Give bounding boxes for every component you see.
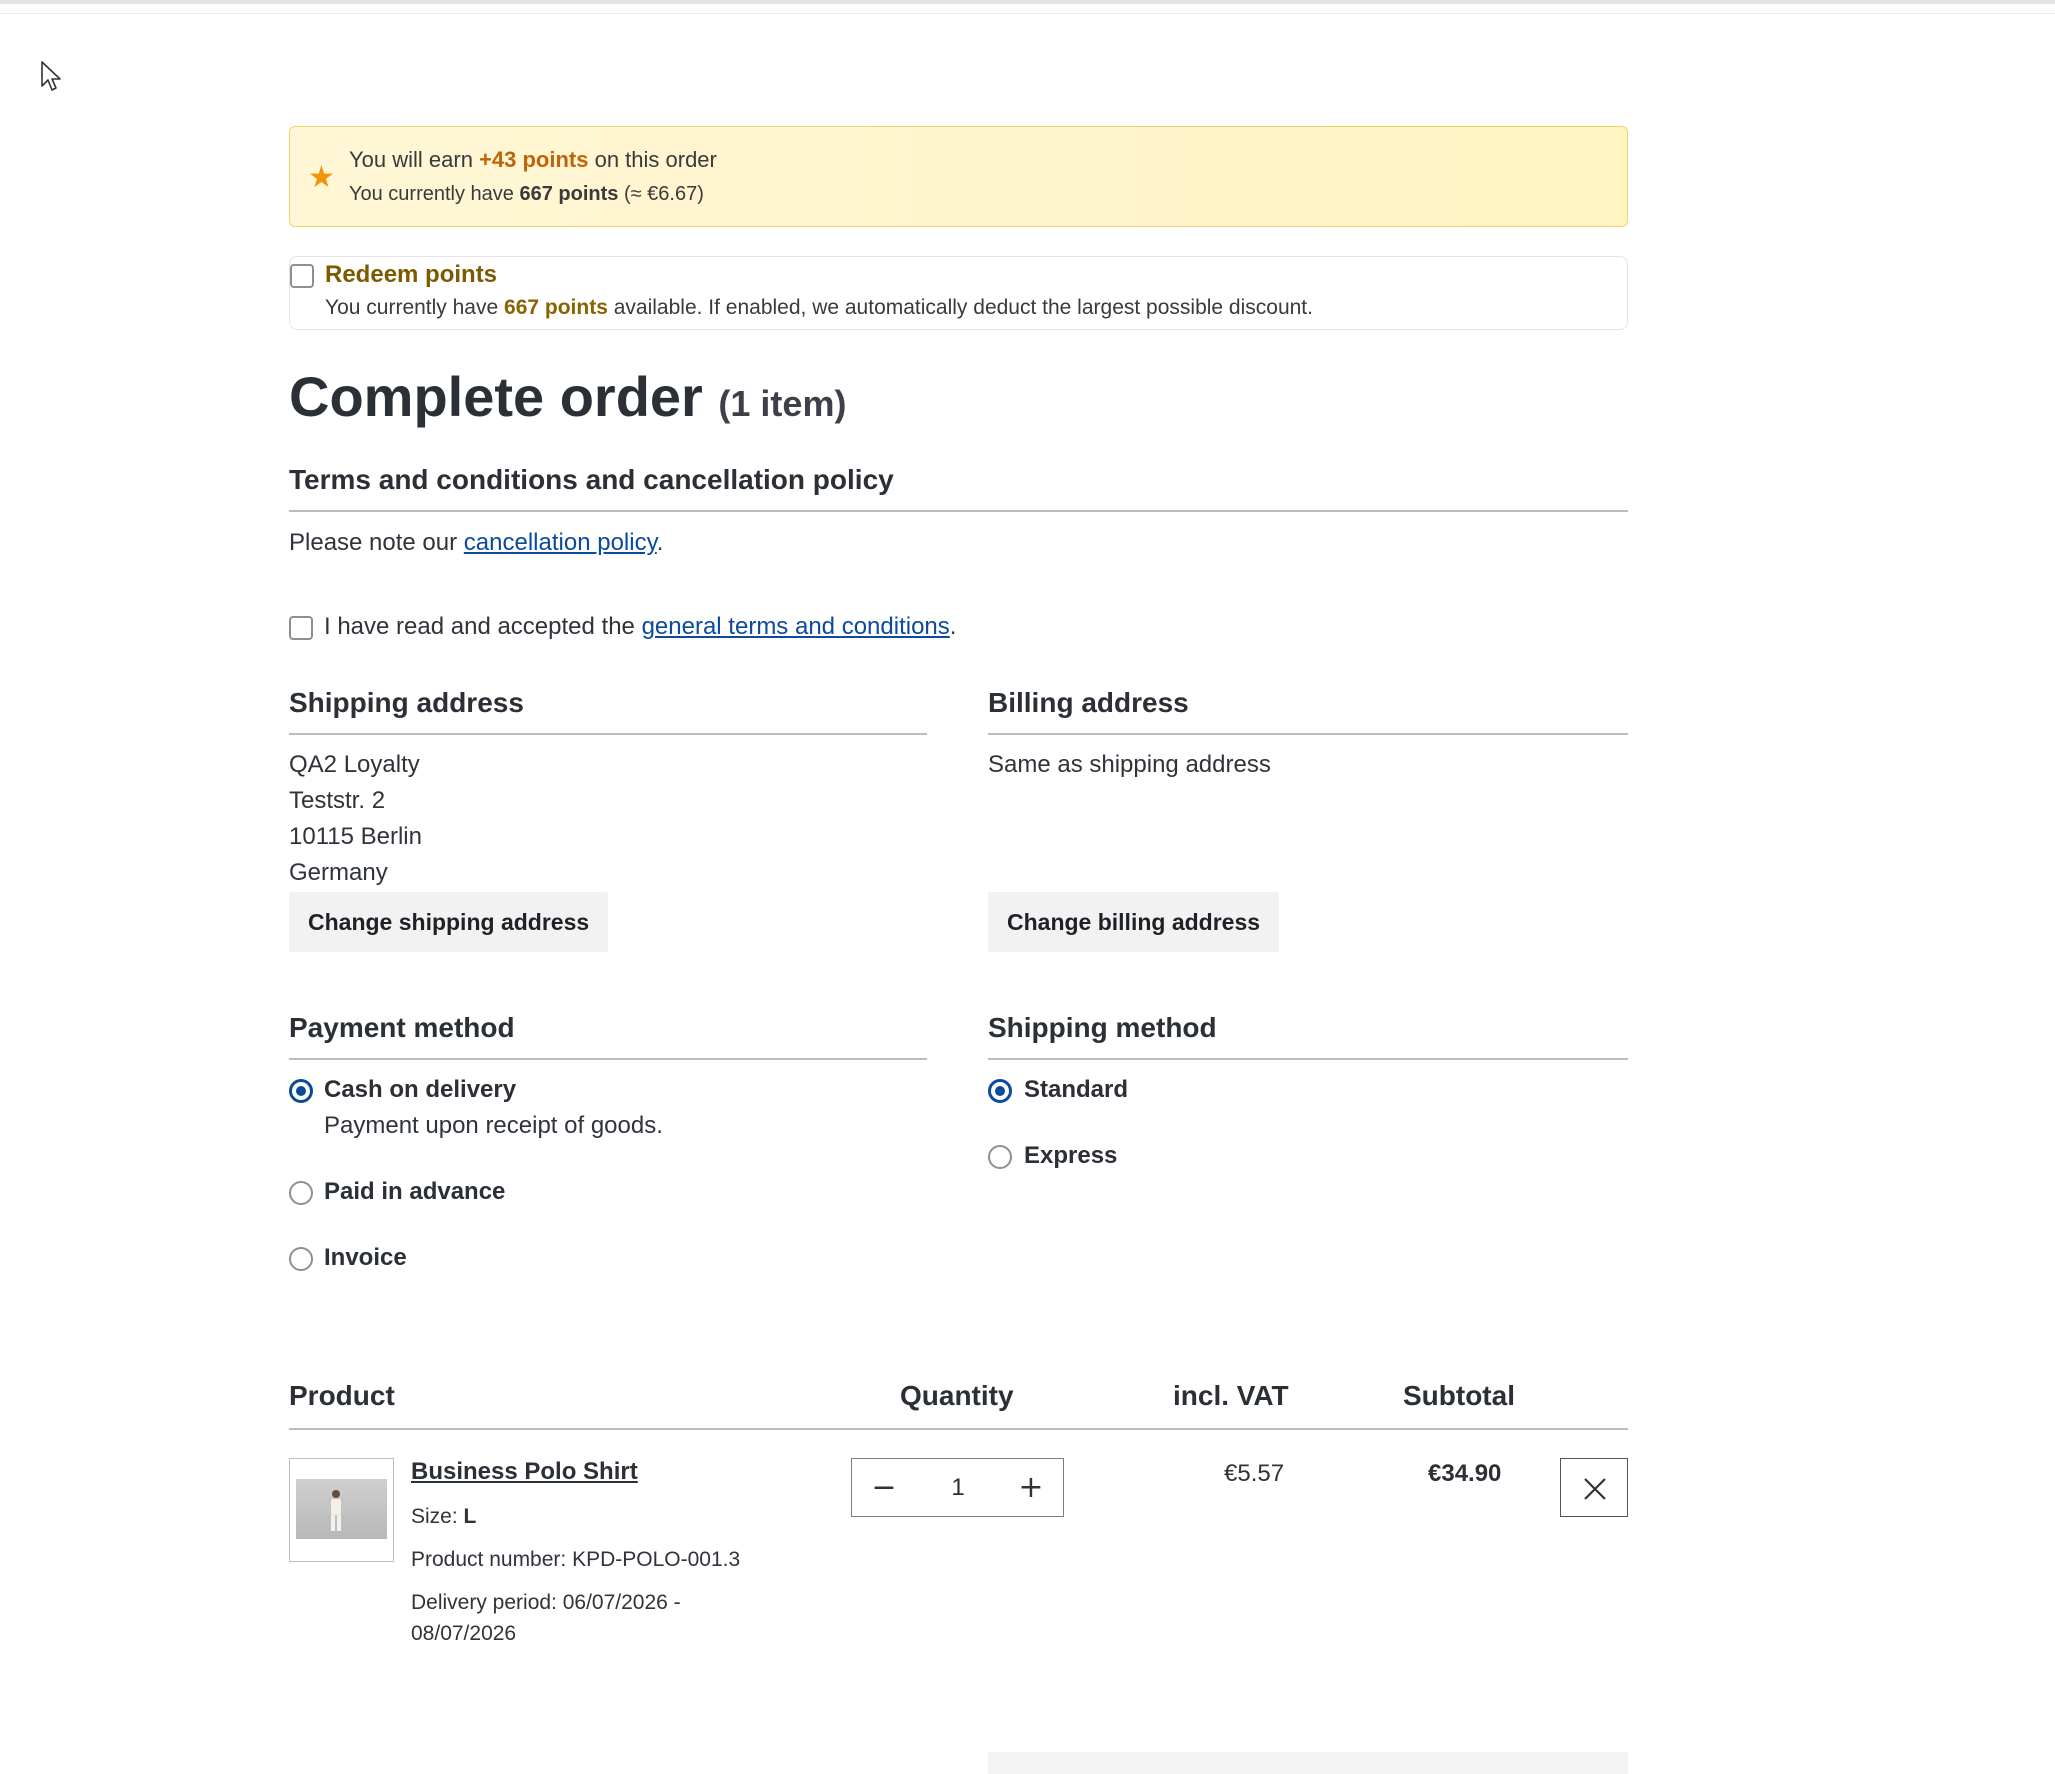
- general-terms-link[interactable]: general terms and conditions: [642, 613, 950, 640]
- page-title: Complete order (1 item): [289, 365, 847, 428]
- shipping-option-label[interactable]: Standard: [1024, 1076, 1128, 1104]
- minus-icon[interactable]: −: [854, 1459, 914, 1516]
- payment-option-label[interactable]: Invoice: [324, 1244, 407, 1272]
- terms-accept-label[interactable]: I have read and accepted the general ter…: [324, 613, 956, 641]
- table-divider: [289, 1428, 1628, 1430]
- shipping-address-line: Teststr. 2: [289, 787, 386, 814]
- mouse-cursor-icon: [41, 61, 61, 91]
- vat-amount: €5.57: [1224, 1460, 1285, 1487]
- shipping-address-line: QA2 Loyalty: [289, 751, 420, 778]
- line-subtotal: €34.90: [1428, 1460, 1502, 1487]
- quantity-input[interactable]: [912, 1459, 1004, 1516]
- points-earn-text: You will earn +43 points on this order: [349, 147, 717, 172]
- close-icon: [1584, 1478, 1606, 1500]
- person-figure: [331, 1490, 341, 1531]
- payment-radio-invoice[interactable]: [289, 1247, 313, 1271]
- billing-address-heading: Billing address: [988, 687, 1628, 735]
- shipping-address-line: Germany: [289, 859, 388, 886]
- redeem-points-title[interactable]: Redeem points: [325, 261, 497, 289]
- remove-item-button[interactable]: [1560, 1458, 1628, 1517]
- column-header-product: Product: [289, 1380, 395, 1411]
- shipping-radio-express[interactable]: [988, 1145, 1012, 1169]
- payment-method-heading: Payment method: [289, 1012, 927, 1060]
- item-count: (1 item): [718, 383, 847, 424]
- product-size: Size: L: [411, 1505, 477, 1528]
- star-icon: ★: [308, 161, 335, 194]
- cancellation-note: Please note our cancellation policy.: [289, 529, 664, 556]
- points-balance-text: You currently have 667 points (≈ €6.67): [349, 183, 704, 205]
- payment-option-description: Payment upon receipt of goods.: [324, 1112, 663, 1139]
- delivery-period: Delivery period: 06/07/2026 -: [411, 1591, 681, 1614]
- billing-address-text: Same as shipping address: [988, 751, 1271, 778]
- plus-icon[interactable]: +: [1001, 1459, 1061, 1516]
- quantity-stepper: − +: [851, 1458, 1064, 1517]
- shipping-address-line: 10115 Berlin: [289, 823, 422, 850]
- column-header-vat: incl. VAT: [1173, 1380, 1289, 1411]
- terms-heading: Terms and conditions and cancellation po…: [289, 464, 1628, 512]
- points-earn-banner: ★ You will earn +43 points on this order…: [289, 126, 1628, 227]
- terms-accept-checkbox[interactable]: [289, 616, 313, 640]
- column-header-quantity: Quantity: [900, 1380, 1014, 1411]
- points-earn-value: +43 points: [479, 147, 589, 172]
- payment-radio-cash-on-delivery[interactable]: [289, 1079, 313, 1103]
- change-billing-address-button[interactable]: Change billing address: [988, 892, 1280, 952]
- shipping-address-heading: Shipping address: [289, 687, 927, 735]
- browser-top-line: [0, 0, 2055, 14]
- product-name-link[interactable]: Business Polo Shirt: [411, 1458, 638, 1486]
- redeem-points-box: Redeem points You currently have 667 poi…: [289, 256, 1628, 330]
- delivery-period-end: 08/07/2026: [411, 1622, 517, 1645]
- shipping-option-label[interactable]: Express: [1024, 1142, 1117, 1170]
- payment-radio-paid-in-advance[interactable]: [289, 1181, 313, 1205]
- shipping-radio-standard[interactable]: [988, 1079, 1012, 1103]
- change-shipping-address-button[interactable]: Change shipping address: [289, 892, 609, 952]
- redeem-points-description: You currently have 667 points available.…: [325, 296, 1313, 319]
- redeem-points-checkbox[interactable]: [290, 264, 314, 288]
- payment-option-label[interactable]: Cash on delivery: [324, 1076, 516, 1104]
- cancellation-policy-link[interactable]: cancellation policy: [464, 529, 657, 556]
- payment-option-label[interactable]: Paid in advance: [324, 1178, 505, 1206]
- column-header-subtotal: Subtotal: [1403, 1380, 1515, 1411]
- product-thumbnail[interactable]: [289, 1458, 394, 1562]
- summary-box-top: [988, 1752, 1628, 1774]
- shipping-method-heading: Shipping method: [988, 1012, 1628, 1060]
- product-number: Product number: KPD-POLO-001.3: [411, 1548, 741, 1571]
- points-balance-value: 667 points: [519, 183, 619, 205]
